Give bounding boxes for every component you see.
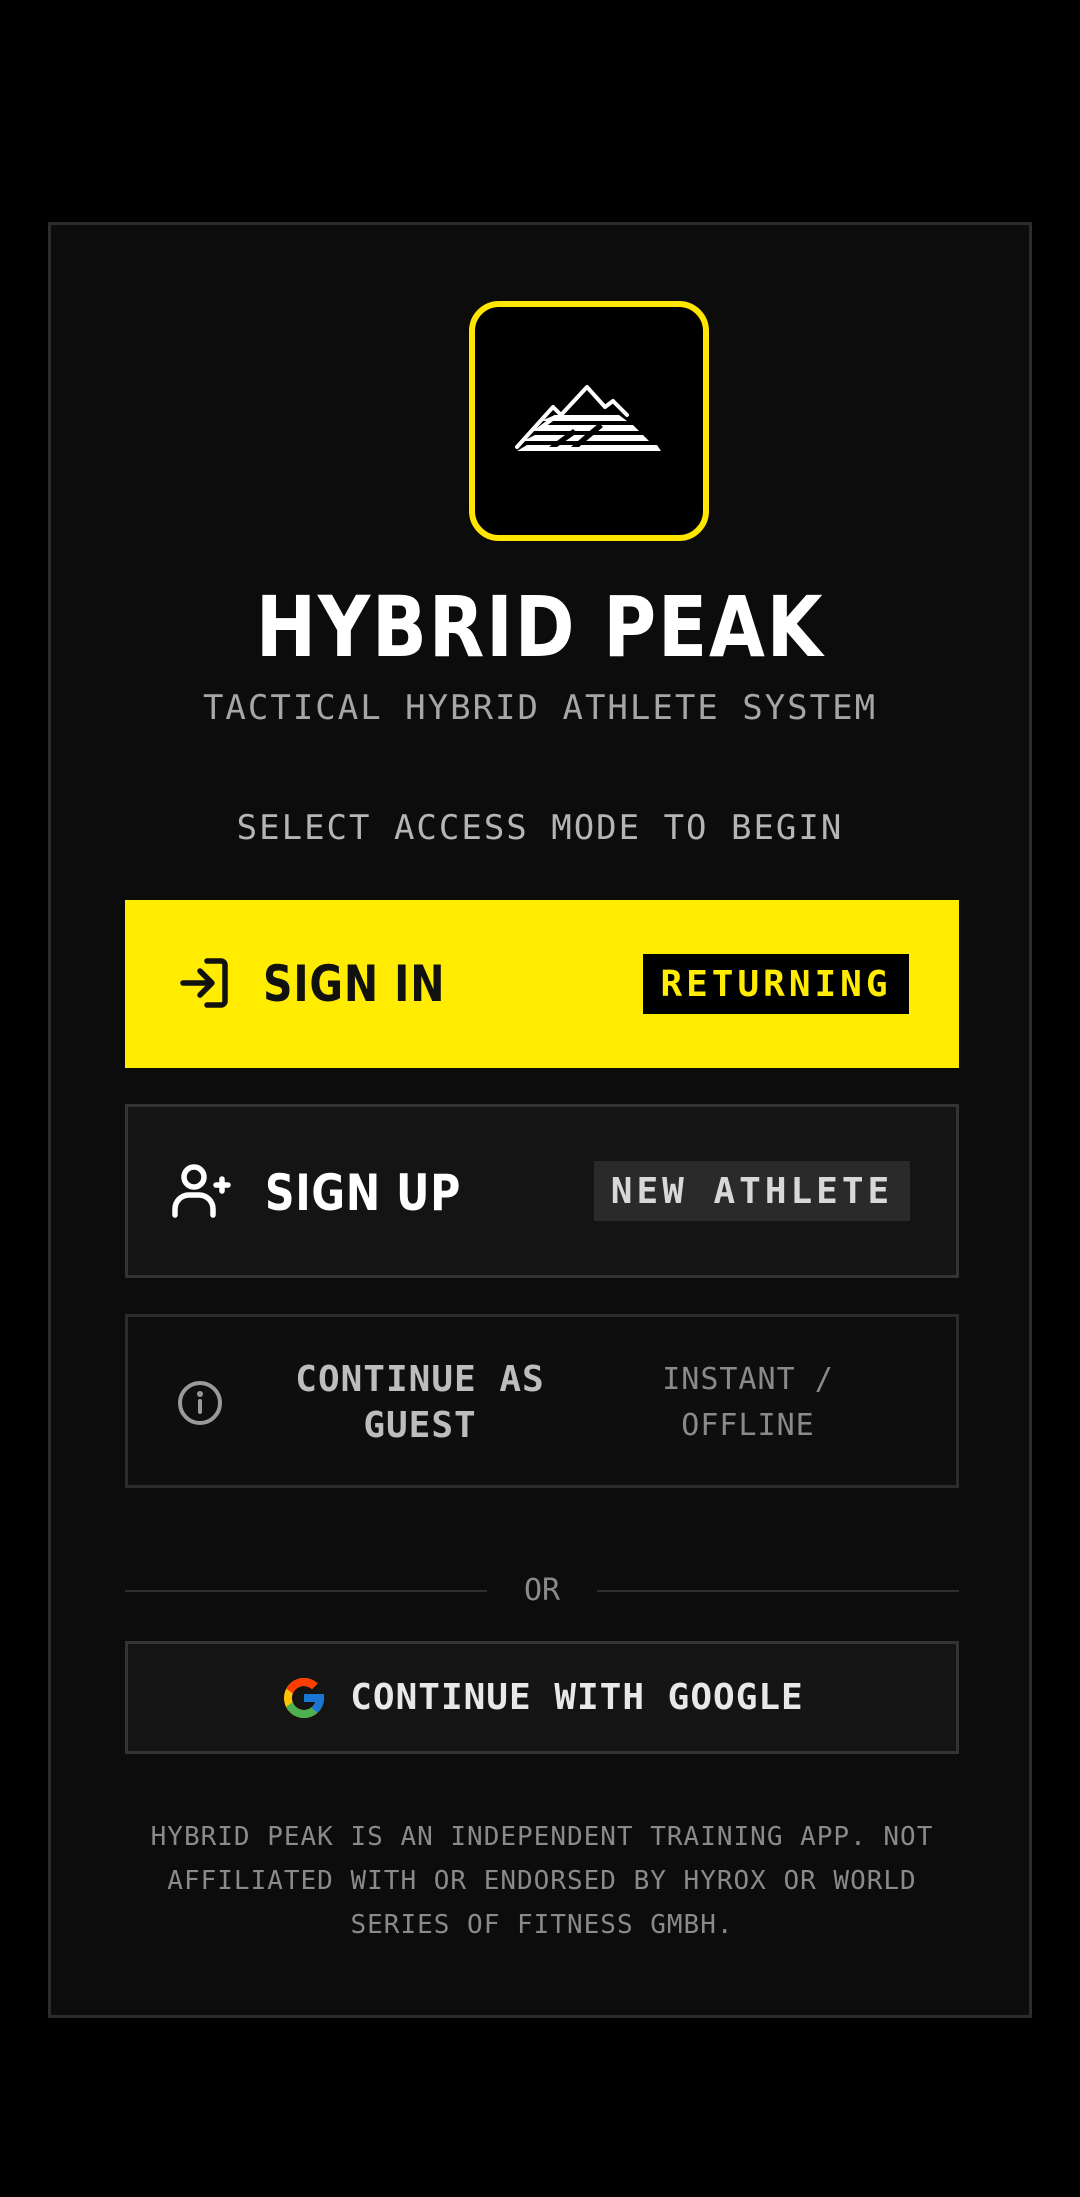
sign-up-button[interactable]: SIGN UP NEW ATHLETE — [125, 1104, 959, 1278]
sign-up-label: SIGN UP — [265, 1164, 462, 1222]
disclaimer-text: HYBRID PEAK IS AN INDEPENDENT TRAINING A… — [150, 1822, 934, 1940]
auth-card: HYBRID PEAK TACTICAL HYBRID ATHLETE SYST… — [48, 222, 1032, 2018]
instant-offline-tag: INSTANT / OFFLINE — [662, 1362, 834, 1443]
guest-label: CONTINUE AS GUEST — [295, 1359, 545, 1446]
sign-in-label: SIGN IN — [263, 955, 446, 1013]
or-label: OR — [523, 1573, 561, 1608]
continue-with-google-button[interactable]: CONTINUE WITH GOOGLE — [125, 1641, 959, 1754]
google-label: CONTINUE WITH GOOGLE — [350, 1677, 804, 1718]
sign-in-icon — [177, 955, 233, 1011]
app-subtitle: TACTICAL HYBRID ATHLETE SYSTEM — [202, 688, 878, 728]
info-icon — [176, 1379, 224, 1427]
user-plus-icon — [172, 1163, 234, 1219]
mountain-logo-icon — [515, 385, 661, 451]
or-divider: OR — [125, 1571, 959, 1611]
app-title: HYBRID PEAK — [255, 578, 825, 676]
returning-tag: RETURNING — [643, 954, 909, 1014]
access-mode-prompt: SELECT ACCESS MODE TO BEGIN — [236, 808, 844, 848]
sign-in-button[interactable]: SIGN IN RETURNING — [125, 900, 959, 1068]
continue-as-guest-button[interactable]: CONTINUE AS GUEST INSTANT / OFFLINE — [125, 1314, 959, 1488]
new-athlete-tag: NEW ATHLETE — [594, 1161, 910, 1221]
app-logo — [469, 301, 709, 541]
google-icon — [280, 1674, 328, 1722]
